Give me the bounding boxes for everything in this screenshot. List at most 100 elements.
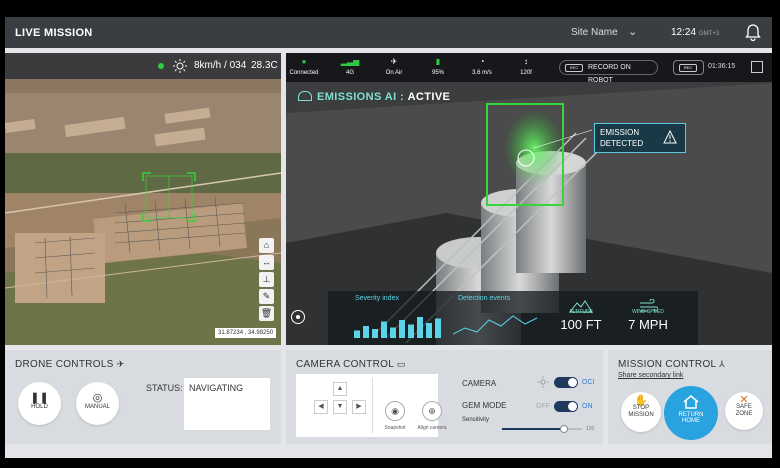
- severity-bar: [426, 323, 432, 338]
- pin-icon[interactable]: ⊥: [259, 272, 274, 287]
- connection-dot: [158, 63, 164, 69]
- camera-control-panel: CAMERA CONTROL ▭ ▲ ◀ ▼ ▶ ◉ Snapshot ⊕ Alig…: [286, 350, 603, 444]
- status-label: STATUS:: [146, 383, 183, 393]
- stat-label: 95%: [431, 70, 444, 76]
- rec-icon: REC: [679, 64, 697, 72]
- camera-control-title: CAMERA CONTROL ▭: [296, 359, 406, 370]
- severity-bar: [390, 327, 396, 338]
- hand-icon: ✋: [634, 395, 648, 407]
- pan-up-button[interactable]: ▲: [333, 382, 347, 396]
- measure-icon[interactable]: ↔: [259, 255, 274, 270]
- page-title: LIVE MISSION: [15, 27, 93, 39]
- return-home-button[interactable]: RETURN HOME: [664, 386, 718, 440]
- status-value: NAVIGATING: [184, 378, 270, 430]
- mission-control-title: MISSION CONTROL ⅄: [618, 359, 725, 370]
- severity-bar: [408, 324, 414, 338]
- home-icon[interactable]: ⌂: [259, 238, 274, 253]
- altitude-value: 100 FT: [560, 317, 602, 332]
- snapshot-button[interactable]: ◉ Snapshot: [377, 401, 413, 431]
- manual-button[interactable]: ◎ MANUAL: [76, 382, 119, 425]
- bell-icon[interactable]: [743, 22, 763, 42]
- wind-value: 7 MPH: [628, 317, 668, 332]
- share-secondary-link[interactable]: Share secondary link: [618, 372, 683, 379]
- stat-label: 3.6 m/s: [472, 70, 492, 76]
- speedometer-icon: ◔: [479, 57, 485, 66]
- severity-label: Severity index: [355, 295, 399, 302]
- sun-icon: [537, 376, 549, 388]
- expand-icon[interactable]: [751, 61, 763, 73]
- sensitivity-fill: [502, 428, 565, 430]
- severity-bar: [417, 317, 423, 338]
- gem-off-label: OFF: [536, 403, 550, 410]
- battery-icon: ▮: [435, 57, 441, 66]
- mountain-icon: [569, 300, 593, 313]
- severity-chart: [354, 317, 441, 338]
- home-icon: [683, 395, 699, 409]
- pan-down-button[interactable]: ▼: [333, 400, 347, 414]
- stop-mission-button[interactable]: ✋ STOP MISSION: [621, 392, 661, 432]
- camera-status-bar: ● Connected ▂▃▅ 4G ✈ On Air ▮ 95% ◔ 3.6 m/s ↕…: [286, 53, 772, 84]
- record-toggle-button[interactable]: REC: [673, 60, 704, 75]
- severity-bar: [363, 326, 369, 338]
- stop-line-2: MISSION: [628, 412, 654, 418]
- camera-icon: ◉: [385, 401, 405, 421]
- coordinates-readout: 31.87234 , 34.98250: [215, 328, 277, 338]
- sun-icon: [173, 59, 187, 73]
- stat-connected: ● Connected: [289, 56, 319, 76]
- manual-label: MANUAL: [84, 404, 110, 410]
- hold-button[interactable]: ❚❚ HOLD: [18, 382, 61, 425]
- camera-mode-toggle[interactable]: [554, 377, 578, 388]
- map-status-bar: 8km/h / 034 28.3C: [5, 53, 281, 79]
- site-selector[interactable]: Site Name: [571, 27, 618, 38]
- emissions-prefix: EMISSIONS AI :: [317, 91, 405, 103]
- rec-icon: REC: [565, 64, 583, 72]
- stat-label: On Air: [385, 70, 403, 76]
- severity-bar: [381, 321, 387, 338]
- safe-line-2: ZONE: [735, 411, 753, 417]
- aerial-map[interactable]: 8km/h / 034 28.3C ⌂ ↔ ⊥ ✎ 🗑 31.87234 , 3…: [5, 53, 281, 345]
- camera-feed: ● Connected ▂▃▅ 4G ✈ On Air ▮ 95% ◔ 3.6 m/s ↕…: [286, 53, 772, 345]
- record-on-robot-button[interactable]: REC RECORD ON ROBOT: [559, 60, 658, 84]
- draw-icon[interactable]: ✎: [259, 289, 274, 304]
- wind-speed-readout: WIND SPEED 7 MPH: [616, 293, 680, 345]
- drone-controls-title: DRONE CONTROLS ✈: [15, 359, 125, 370]
- camera-control-label: CAMERA CONTROL: [296, 359, 394, 370]
- stat-height: ↕ 120f: [511, 56, 541, 76]
- camera-label: CAMERA: [462, 379, 497, 388]
- target-icon[interactable]: [291, 310, 305, 324]
- severity-bar: [372, 329, 378, 338]
- clock: 12:24 GMT+3: [671, 27, 719, 38]
- emission-detected-alert[interactable]: EMISSION DETECTED: [594, 123, 686, 153]
- temperature-readout: 28.3C: [251, 60, 278, 71]
- drone-icon: ✈: [116, 359, 125, 369]
- camera-dpad: ▲ ◀ ▼ ▶ ◉ Snapshot ⊕ Align camera: [296, 374, 447, 437]
- emissions-ai-status: EMISSIONS AI : ACTIVE: [298, 91, 450, 103]
- timezone: GMT+3: [699, 31, 720, 37]
- drone-icon: ✈: [390, 57, 398, 66]
- sensitivity-slider[interactable]: [502, 425, 582, 433]
- gem-mode-toggle[interactable]: [554, 401, 578, 412]
- gem-on-label: ON: [582, 403, 593, 410]
- drone-controls-panel: DRONE CONTROLS ✈ ❚❚ HOLD ◎ MANUAL STATUS: …: [5, 350, 281, 444]
- chevron-down-icon[interactable]: ⌄: [628, 25, 637, 38]
- align-label: Align camera: [417, 425, 447, 431]
- sensitivity-max: 120: [586, 426, 595, 432]
- align-icon: ⊕: [422, 401, 442, 421]
- sensitivity-handle[interactable]: [560, 425, 569, 433]
- status-dot-icon: ●: [301, 57, 307, 66]
- pan-left-button[interactable]: ◀: [314, 400, 328, 414]
- record-label: RECORD ON ROBOT: [588, 64, 631, 84]
- height-icon: ↕: [524, 57, 528, 66]
- stat-label: Connected: [289, 70, 319, 76]
- severity-bar: [354, 330, 360, 338]
- video-camera-icon: ▭: [396, 359, 406, 369]
- safe-zone-button[interactable]: ✕ SAFE ZONE: [725, 392, 763, 430]
- trash-icon[interactable]: 🗑: [259, 306, 274, 321]
- severity-bar: [399, 320, 405, 338]
- align-camera-button[interactable]: ⊕ Align camera: [414, 401, 450, 431]
- severity-bar: [435, 318, 441, 338]
- hold-label: HOLD: [31, 404, 48, 410]
- pan-right-button[interactable]: ▶: [352, 400, 366, 414]
- stat-label: 120f: [520, 70, 532, 76]
- wind-readout: 8km/h / 034: [194, 60, 247, 71]
